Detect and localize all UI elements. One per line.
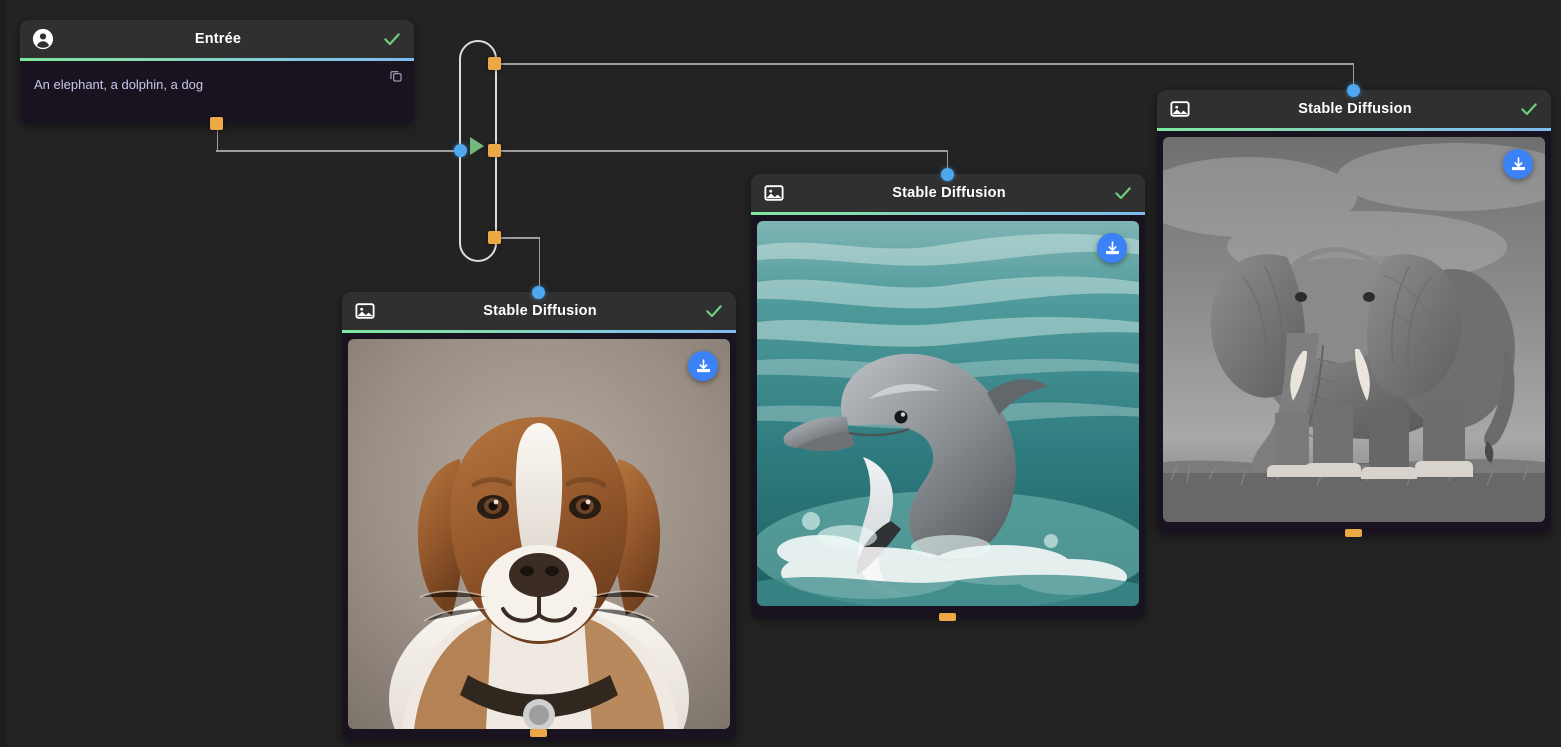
dolphin-image-container[interactable] [757,221,1139,606]
wire-entree-to-splitter [216,150,461,152]
elephant-title: Stable Diffusion [1298,101,1412,117]
dog-title: Stable Diffusion [483,303,597,319]
check-icon [704,301,724,321]
entree-prompt-text: An elephant, a dolphin, a dog [34,77,204,92]
image-icon [1169,98,1191,120]
dolphin-gradient-bar [751,212,1145,215]
splitter-output-port-3[interactable] [488,231,501,244]
entree-output-port[interactable] [210,117,223,130]
canvas-left-edge [0,0,7,747]
elephant-download-button[interactable] [1503,149,1533,179]
elephant-gradient-bar [1157,128,1551,131]
splitter-input-port[interactable] [454,144,467,157]
image-icon [763,182,785,204]
node-stable-diffusion-elephant[interactable]: Stable Diffusion [1157,90,1551,534]
dolphin-download-button[interactable] [1097,233,1127,263]
entree-title: Entrée [194,31,242,47]
entree-header[interactable]: Entrée [20,20,414,58]
download-icon [1511,156,1525,170]
dolphin-input-port[interactable] [941,168,954,181]
check-icon [1113,183,1133,203]
dog-download-button[interactable] [688,351,718,381]
wire-dog-drop [538,237,540,293]
dolphin-output-port[interactable] [939,613,956,621]
splitter-output-port-2[interactable] [488,144,501,157]
elephant-image-container[interactable] [1163,137,1545,522]
dog-input-port[interactable] [532,286,545,299]
copy-icon[interactable] [388,68,404,84]
play-icon[interactable] [470,137,484,155]
wire-splitter-to-elephant [496,63,1354,65]
dog-gradient-bar [342,330,736,333]
node-entree[interactable]: Entrée An elephant, a dolphin, a dog [20,20,414,124]
check-icon [382,29,402,49]
workflow-canvas[interactable]: Entrée An elephant, a dolphin, a dog Sta… [0,0,1561,747]
download-icon [1105,240,1119,254]
node-stable-diffusion-dolphin[interactable]: Stable Diffusion [751,174,1145,618]
entree-body[interactable]: An elephant, a dolphin, a dog [20,61,414,124]
node-stable-diffusion-dog[interactable]: Stable Diffusion [342,292,736,741]
wire-splitter-to-dolphin [496,150,948,152]
download-icon [696,358,710,372]
dog-image [348,339,730,729]
splitter-output-port-1[interactable] [488,57,501,70]
dolphin-title: Stable Diffusion [892,185,1006,201]
person-icon [32,28,54,50]
dog-output-port[interactable] [530,729,547,737]
elephant-output-port[interactable] [1345,529,1362,537]
elephant-image [1163,137,1545,522]
wire-splitter-to-dog [496,237,540,239]
elephant-input-port[interactable] [1347,84,1360,97]
image-icon [354,300,376,322]
dog-image-container[interactable] [348,339,730,729]
dolphin-image [757,221,1139,606]
check-icon [1519,99,1539,119]
